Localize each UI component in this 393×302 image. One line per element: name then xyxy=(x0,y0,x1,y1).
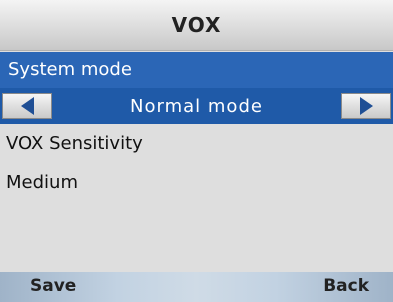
softkey-bar: Save Back xyxy=(0,272,393,302)
vox-sensitivity-value: Medium xyxy=(6,172,78,193)
right-arrow-icon xyxy=(359,97,373,115)
vox-sensitivity-label: VOX Sensitivity xyxy=(6,133,143,154)
previous-option-button[interactable] xyxy=(2,93,52,119)
next-option-button[interactable] xyxy=(341,93,391,119)
system-mode-value: Normal mode xyxy=(130,95,263,117)
save-softkey[interactable]: Save xyxy=(30,276,76,296)
phone-screen: VOX System mode Normal mode VOX Sensitiv… xyxy=(0,0,393,302)
vox-sensitivity-value-row[interactable]: Medium xyxy=(0,165,393,201)
title-bar: VOX xyxy=(0,0,393,51)
page-title: VOX xyxy=(171,13,222,37)
left-arrow-icon xyxy=(20,97,34,115)
system-mode-selector[interactable]: Normal mode xyxy=(0,88,393,124)
system-mode-row[interactable]: System mode xyxy=(0,52,393,88)
system-mode-label: System mode xyxy=(8,59,132,80)
vox-sensitivity-row[interactable]: VOX Sensitivity xyxy=(0,126,393,162)
back-softkey[interactable]: Back xyxy=(323,276,369,296)
